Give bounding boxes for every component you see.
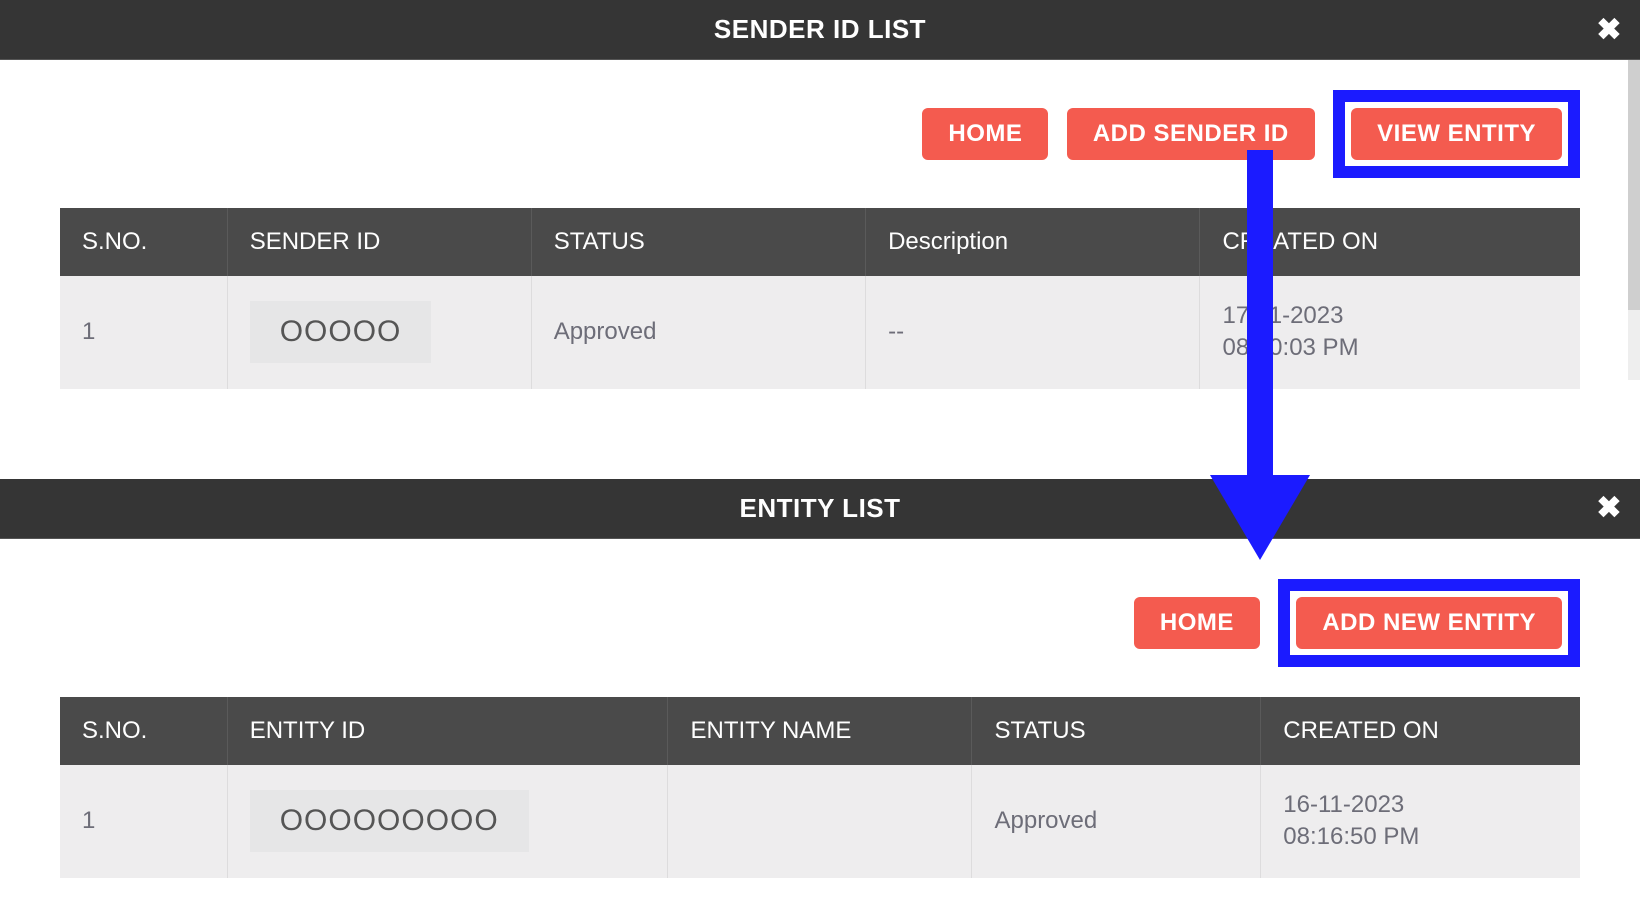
cell-created-on: 17-11-2023 08:00:03 PM: [1200, 276, 1580, 389]
sender-id-table: S.NO. SENDER ID STATUS Description CREAT…: [60, 208, 1580, 389]
sender-list-title: SENDER ID LIST: [714, 14, 926, 44]
created-date: 16-11-2023: [1283, 789, 1558, 821]
col-status: STATUS: [531, 208, 865, 276]
cell-entity-id: OOOOOOOOO: [227, 765, 668, 878]
col-created-on: CREATED ON: [1200, 208, 1580, 276]
cell-entity-name: [668, 765, 972, 878]
cell-sno: 1: [60, 276, 227, 389]
view-entity-highlight: VIEW ENTITY: [1333, 90, 1580, 178]
entity-list-title: ENTITY LIST: [739, 493, 900, 523]
cell-status: Approved: [531, 276, 865, 389]
table-header-row: S.NO. SENDER ID STATUS Description CREAT…: [60, 208, 1580, 276]
col-entity-id: ENTITY ID: [227, 697, 668, 765]
created-time: 08:16:50 PM: [1283, 821, 1558, 853]
add-entity-highlight: ADD NEW ENTITY: [1278, 579, 1580, 667]
col-entity-name: ENTITY NAME: [668, 697, 972, 765]
home-button[interactable]: HOME: [922, 108, 1048, 160]
cell-sender-id: OOOOO: [227, 276, 531, 389]
col-sno: S.NO.: [60, 208, 227, 276]
add-sender-id-button[interactable]: ADD SENDER ID: [1067, 108, 1315, 160]
sender-buttons-row: HOME ADD SENDER ID VIEW ENTITY: [60, 90, 1580, 208]
table-row: 1 OOOOO Approved -- 17-11-2023 08:00:03 …: [60, 276, 1580, 389]
add-new-entity-button[interactable]: ADD NEW ENTITY: [1296, 597, 1562, 649]
col-sender-id: SENDER ID: [227, 208, 531, 276]
table-row: 1 OOOOOOOOO Approved 16-11-2023 08:16:50…: [60, 765, 1580, 878]
cell-sno: 1: [60, 765, 227, 878]
sender-list-header: SENDER ID LIST ✖: [0, 0, 1640, 60]
scrollbar-thumb[interactable]: [1628, 60, 1640, 310]
col-description: Description: [866, 208, 1200, 276]
sender-id-pill: OOOOO: [250, 301, 432, 363]
cell-status: Approved: [972, 765, 1261, 878]
home-button[interactable]: HOME: [1134, 597, 1260, 649]
created-date: 17-11-2023: [1222, 300, 1558, 332]
cell-description: --: [866, 276, 1200, 389]
view-entity-button[interactable]: VIEW ENTITY: [1351, 108, 1562, 160]
sender-list-body: HOME ADD SENDER ID VIEW ENTITY S.NO. SEN…: [0, 60, 1640, 419]
col-sno: S.NO.: [60, 697, 227, 765]
cell-created-on: 16-11-2023 08:16:50 PM: [1261, 765, 1580, 878]
entity-list-header: ENTITY LIST ✖: [0, 479, 1640, 539]
entity-table: S.NO. ENTITY ID ENTITY NAME STATUS CREAT…: [60, 697, 1580, 878]
col-status: STATUS: [972, 697, 1261, 765]
created-time: 08:00:03 PM: [1222, 332, 1558, 364]
close-icon[interactable]: ✖: [1596, 12, 1622, 47]
col-created-on: CREATED ON: [1261, 697, 1580, 765]
table-header-row: S.NO. ENTITY ID ENTITY NAME STATUS CREAT…: [60, 697, 1580, 765]
entity-list-body: HOME ADD NEW ENTITY S.NO. ENTITY ID ENTI…: [0, 539, 1640, 908]
entity-buttons-row: HOME ADD NEW ENTITY: [60, 579, 1580, 697]
entity-id-pill: OOOOOOOOO: [250, 790, 529, 852]
close-icon[interactable]: ✖: [1596, 491, 1622, 526]
